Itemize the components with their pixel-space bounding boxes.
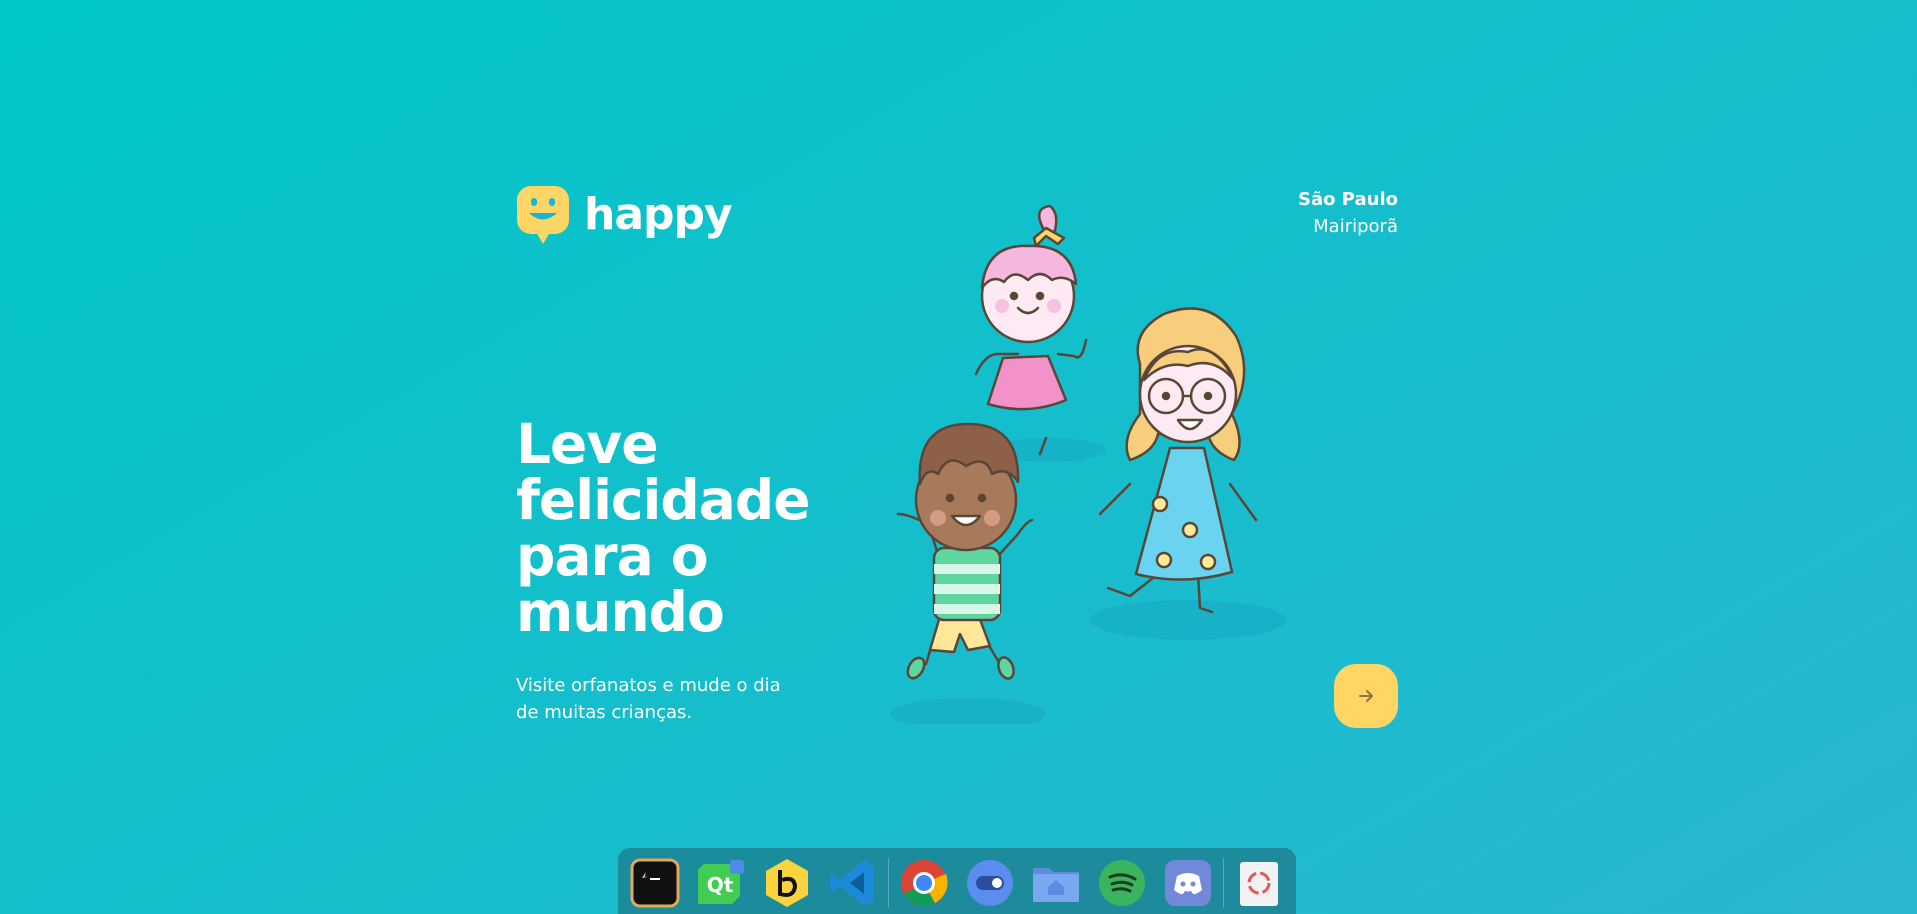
location-city: São Paulo xyxy=(1298,189,1398,210)
arrow-right-icon xyxy=(1359,690,1373,702)
dock-item-discord[interactable] xyxy=(1163,858,1213,908)
landing-page: happy São Paulo Mairiporã Leve felicidad… xyxy=(516,180,1398,740)
location-district: Mairiporã xyxy=(1313,216,1398,237)
dock-item-trash[interactable] xyxy=(1234,858,1284,908)
enter-app-button[interactable] xyxy=(1334,664,1398,728)
dock-item-beekeeper[interactable] xyxy=(762,858,812,908)
beekeeper-icon xyxy=(766,859,808,907)
dock-item-toggle-app[interactable] xyxy=(965,858,1015,908)
dock-item-files[interactable] xyxy=(1031,858,1081,908)
logo: happy xyxy=(516,184,733,246)
dock-item-chrome[interactable] xyxy=(899,858,949,908)
kids-illustration xyxy=(868,184,1308,730)
dock-separator xyxy=(888,858,889,908)
spotify-icon xyxy=(1099,860,1145,906)
chrome-icon xyxy=(901,860,948,906)
svg-text:Qt: Qt xyxy=(707,873,734,897)
vscode-icon xyxy=(830,860,874,906)
trash-icon xyxy=(1240,862,1278,906)
dock-item-vscode[interactable] xyxy=(828,858,878,908)
qt-icon: Qt xyxy=(698,860,744,904)
dock: Qt xyxy=(618,848,1296,914)
discord-icon xyxy=(1165,860,1211,906)
dock-separator xyxy=(1223,858,1224,908)
location: São Paulo Mairiporã xyxy=(1298,186,1398,240)
terminal-icon xyxy=(630,858,680,908)
toggle-icon xyxy=(967,860,1013,906)
dock-item-spotify[interactable] xyxy=(1097,858,1147,908)
home-folder-icon xyxy=(1033,868,1079,902)
happy-logo-icon xyxy=(516,184,570,246)
hero-subtitle: Visite orfanatos e mude o dia de muitas … xyxy=(516,675,781,723)
dock-item-qt-creator[interactable]: Qt xyxy=(696,858,746,908)
brand-name: happy xyxy=(584,189,733,240)
dock-item-terminal[interactable] xyxy=(630,858,680,908)
hero-headline: Leve felicidade para o mundo xyxy=(516,412,811,644)
